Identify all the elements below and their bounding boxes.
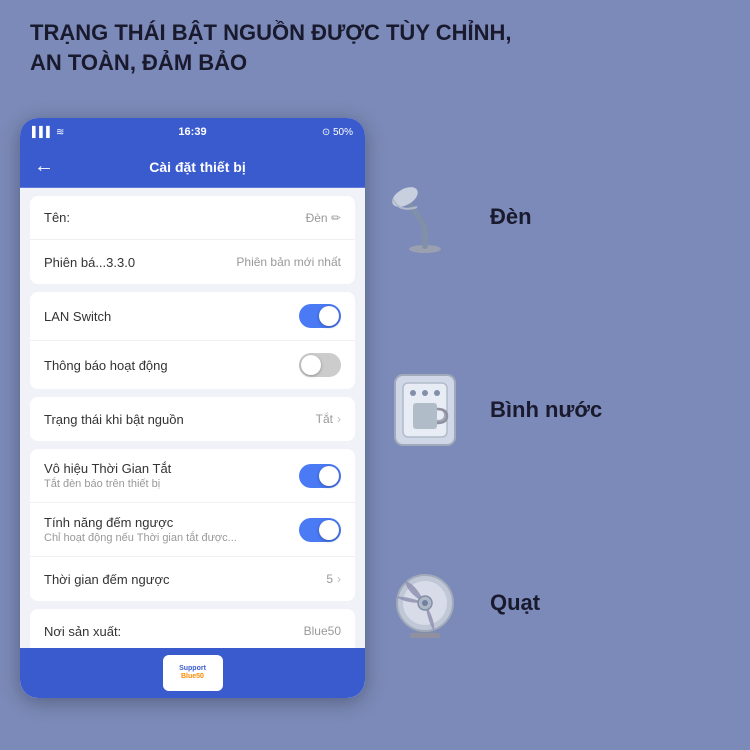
status-bar: ▌▌▌ ≋ 16:39 ⊙ 50%: [20, 118, 365, 146]
battery-icon: ⊙ 50%: [322, 127, 353, 138]
thoigian-row[interactable]: Thời gian đếm ngược 5 ›: [30, 557, 355, 601]
phienban-label: Phiên bá...3.3.0: [44, 255, 135, 270]
thongbao-row: Thông báo hoạt động: [30, 341, 355, 389]
timer-card: Vô hiệu Thời Gian Tắt Tắt đèn báo trên t…: [30, 449, 355, 601]
lamp-name: Đèn: [490, 204, 532, 230]
thongbao-label: Thông báo hoạt động: [44, 358, 168, 373]
phone-content: Tên: Đèn ✏ Phiên bá...3.3.0 Phiên bản mớ…: [20, 188, 365, 698]
vohieu-toggle[interactable]: [299, 464, 341, 488]
nav-bar: ← Cài đặt thiết bị: [20, 146, 365, 188]
page-header: TRẠNG THÁI BẬT NGUỒN ĐƯỢC TÙY CHỈNH, AN …: [30, 18, 720, 77]
phienban-value: Phiên bản mới nhất: [236, 255, 341, 269]
tinhnang-wrap: Tính năng đếm ngược Chỉ hoạt động nếu Th…: [44, 515, 237, 544]
device-water: Bình nước: [380, 365, 740, 455]
ten-value: Đèn ✏: [306, 211, 341, 225]
lanswitch-label: LAN Switch: [44, 309, 111, 324]
thoigian-chevron: ›: [337, 572, 341, 586]
toggle-thumb-2: [301, 355, 321, 375]
toggle-thumb: [319, 306, 339, 326]
water-icon: [380, 365, 470, 455]
switch-card: LAN Switch Thông báo hoạt động: [30, 292, 355, 389]
noisanxuat-row: Nơi sản xuất: Blue50: [30, 609, 355, 653]
noisanxuat-value: Blue50: [304, 624, 341, 638]
nav-title: Cài đặt thiết bị: [64, 159, 331, 175]
vohieu-sub: Tắt đèn báo trên thiết bị: [44, 478, 171, 490]
ten-label: Tên:: [44, 210, 70, 225]
tinhnang-toggle[interactable]: [299, 518, 341, 542]
logo-box: Support Blue50: [163, 655, 223, 691]
noisanxuat-label: Nơi sản xuất:: [44, 624, 121, 639]
tinhnang-sub: Chỉ hoạt động nếu Thời gian tắt được...: [44, 532, 237, 544]
thoigian-value: 5 ›: [326, 572, 341, 586]
signal-icon: ▌▌▌ ≋: [32, 127, 64, 138]
phone-bottom: Support Blue50: [20, 648, 365, 698]
time-display: 16:39: [178, 126, 206, 138]
toggle-thumb-3: [319, 466, 339, 486]
ten-row: Tên: Đèn ✏: [30, 196, 355, 240]
toggle-thumb-4: [319, 520, 339, 540]
lanswitch-row: LAN Switch: [30, 292, 355, 341]
device-fan: Quạt: [380, 558, 740, 648]
vohieu-row: Vô hiệu Thời Gian Tắt Tắt đèn báo trên t…: [30, 449, 355, 503]
devices-section: Đèn Bình nước: [380, 120, 740, 700]
lamp-icon: [380, 172, 470, 262]
header-line1: TRẠNG THÁI BẬT NGUỒN ĐƯỢC TÙY CHỈNH,: [30, 18, 720, 48]
info-card: Tên: Đèn ✏ Phiên bá...3.3.0 Phiên bản mớ…: [30, 196, 355, 284]
phienban-row: Phiên bá...3.3.0 Phiên bản mới nhất: [30, 240, 355, 284]
logo-text: Support Blue50: [179, 665, 206, 682]
trangthai-value: Tắt ›: [316, 412, 341, 426]
thongbao-toggle[interactable]: [299, 353, 341, 377]
fan-name: Quạt: [490, 590, 540, 616]
tinhnang-label: Tính năng đếm ngược: [44, 515, 237, 530]
tinhnang-row: Tính năng đếm ngược Chỉ hoạt động nếu Th…: [30, 503, 355, 557]
lanswitch-toggle[interactable]: [299, 304, 341, 328]
vohieu-wrap: Vô hiệu Thời Gian Tắt Tắt đèn báo trên t…: [44, 461, 171, 490]
vohieu-label: Vô hiệu Thời Gian Tắt: [44, 461, 171, 476]
fan-icon: [380, 558, 470, 648]
trangthai-card: Trạng thái khi bật nguồn Tắt ›: [30, 397, 355, 441]
chevron-icon: ›: [337, 412, 341, 426]
thoigian-label: Thời gian đếm ngược: [44, 572, 169, 587]
trangthai-label: Trạng thái khi bật nguồn: [44, 412, 184, 427]
header-line2: AN TOÀN, ĐẢM BẢO: [30, 48, 720, 78]
trangthai-row[interactable]: Trạng thái khi bật nguồn Tắt ›: [30, 397, 355, 441]
device-lamp: Đèn: [380, 172, 740, 262]
back-button[interactable]: ←: [34, 155, 54, 178]
phone-mockup: ▌▌▌ ≋ 16:39 ⊙ 50% ← Cài đặt thiết bị Tên…: [20, 118, 365, 698]
water-name: Bình nước: [490, 397, 602, 423]
manufacturer-card: Nơi sản xuất: Blue50: [30, 609, 355, 653]
